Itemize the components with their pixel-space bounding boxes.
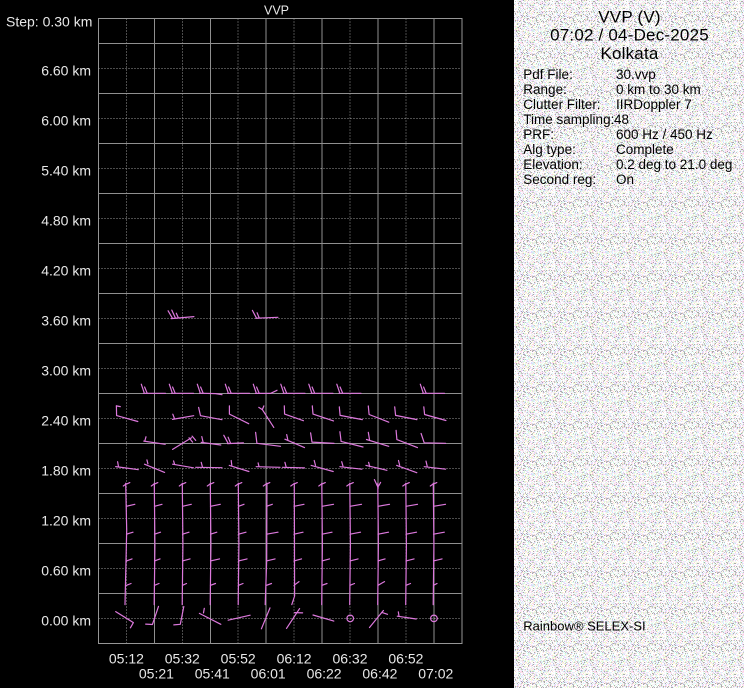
svg-text:3.60 km: 3.60 km: [41, 312, 91, 328]
svg-text:4.20 km: 4.20 km: [41, 262, 91, 278]
svg-text:05:41: 05:41: [195, 666, 230, 682]
svg-text:06:01: 06:01: [251, 666, 286, 682]
svg-text:VVP (V): VVP (V): [598, 8, 661, 27]
svg-text:Range:: Range:: [523, 82, 567, 97]
svg-text:0 km to 30 km: 0 km to 30 km: [616, 82, 701, 97]
svg-text:PRF:: PRF:: [523, 127, 554, 142]
svg-text:05:52: 05:52: [221, 651, 256, 667]
svg-text:07:02: 07:02: [418, 666, 453, 682]
svg-text:1.80 km: 1.80 km: [41, 462, 91, 478]
svg-text:07:02 / 04-Dec-2025: 07:02 / 04-Dec-2025: [550, 26, 709, 45]
svg-text:Alg type:: Alg type:: [523, 142, 576, 157]
svg-text:Step: 0.30 km: Step: 0.30 km: [6, 14, 92, 30]
svg-text:On: On: [616, 172, 634, 187]
svg-text:30.vvp: 30.vvp: [616, 67, 656, 82]
svg-text:6.60 km: 6.60 km: [41, 62, 91, 78]
svg-text:05:12: 05:12: [109, 651, 144, 667]
svg-text:06:42: 06:42: [362, 666, 397, 682]
svg-text:4.80 km: 4.80 km: [41, 212, 91, 228]
svg-text:Complete: Complete: [616, 142, 674, 157]
svg-text:3.00 km: 3.00 km: [41, 362, 91, 378]
svg-text:06:32: 06:32: [332, 651, 367, 667]
svg-text:6.00 km: 6.00 km: [41, 112, 91, 128]
svg-text:Pdf File:: Pdf File:: [523, 67, 573, 82]
svg-text:0.2 deg to 21.0 deg: 0.2 deg to 21.0 deg: [616, 157, 732, 172]
svg-text:Kolkata: Kolkata: [600, 44, 658, 63]
svg-text:VVP: VVP: [264, 4, 289, 18]
svg-text:5.40 km: 5.40 km: [41, 162, 91, 178]
svg-text:600 Hz / 450 Hz: 600 Hz / 450 Hz: [616, 127, 713, 142]
svg-text:06:52: 06:52: [388, 651, 423, 667]
svg-text:Rainbow® SELEX-SI: Rainbow® SELEX-SI: [523, 619, 645, 634]
svg-text:IIRDoppler 7: IIRDoppler 7: [616, 97, 692, 112]
svg-text:Second reg:: Second reg:: [523, 172, 596, 187]
svg-text:0.60 km: 0.60 km: [41, 562, 91, 578]
svg-text:Time sampling:: Time sampling:: [523, 112, 614, 127]
svg-text:Elevation:: Elevation:: [523, 157, 582, 172]
svg-text:48: 48: [614, 112, 629, 127]
svg-text:05:21: 05:21: [139, 666, 174, 682]
svg-text:1.20 km: 1.20 km: [41, 512, 91, 528]
svg-text:0.00 km: 0.00 km: [41, 612, 91, 628]
svg-text:05:32: 05:32: [165, 651, 200, 667]
svg-text:2.40 km: 2.40 km: [41, 412, 91, 428]
svg-text:06:12: 06:12: [277, 651, 312, 667]
svg-text:06:22: 06:22: [307, 666, 342, 682]
svg-text:Clutter Filter:: Clutter Filter:: [523, 97, 600, 112]
